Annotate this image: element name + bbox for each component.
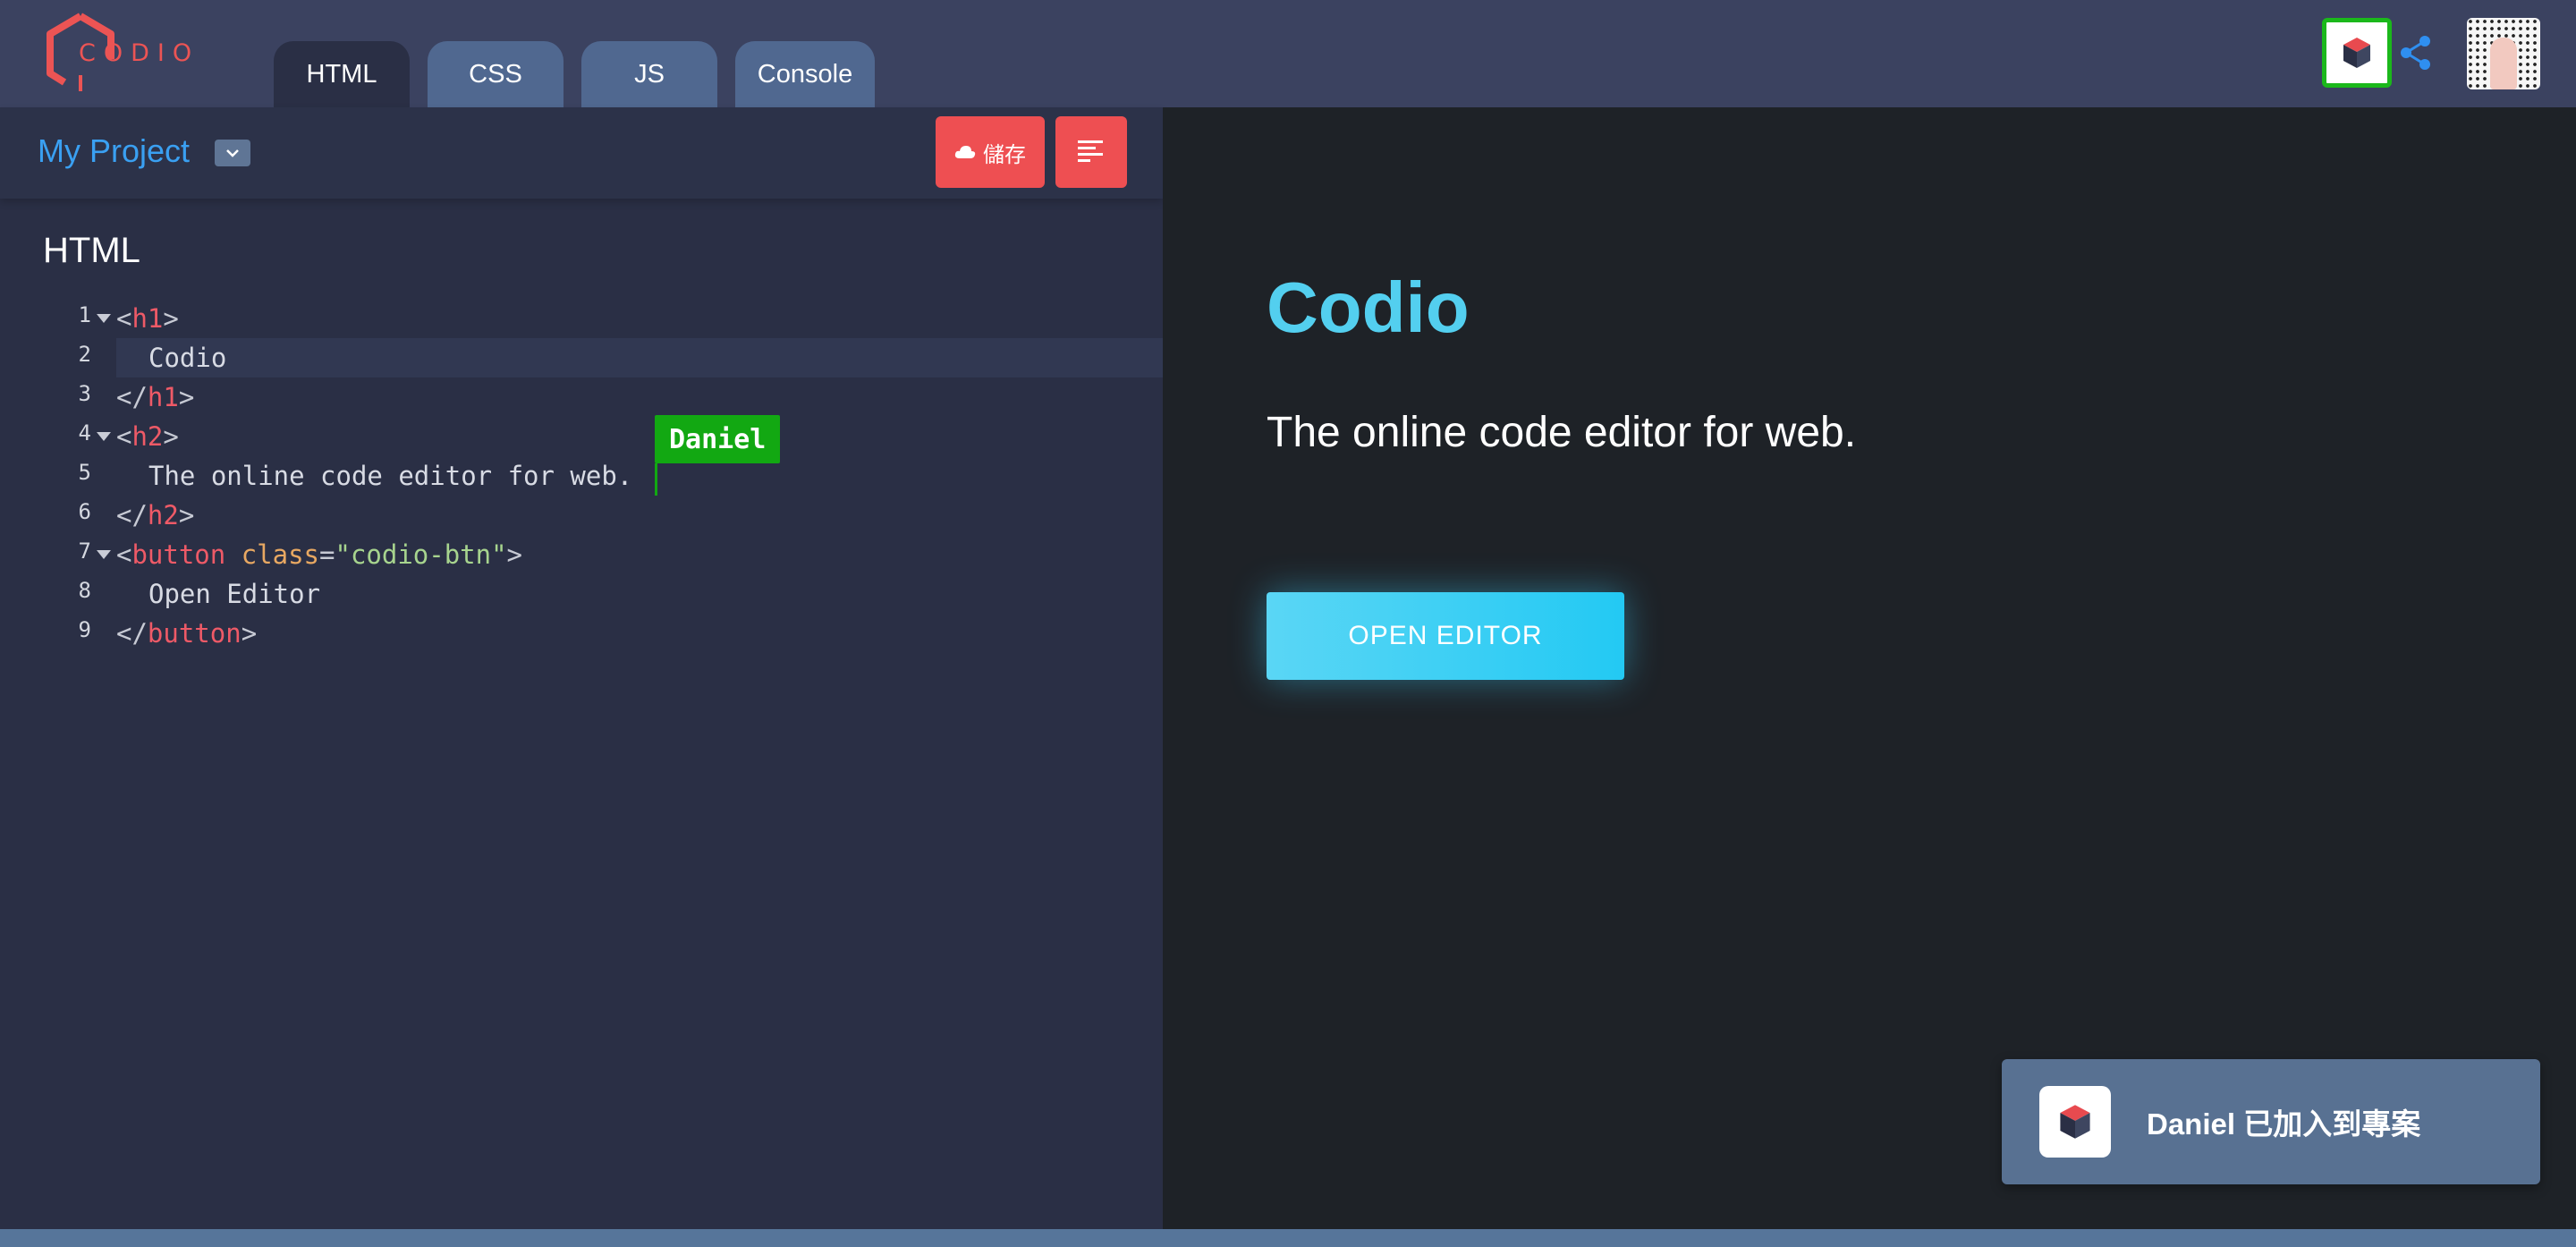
save-label: 儲存 xyxy=(983,142,1026,167)
line-number: 8 xyxy=(78,578,91,603)
chevron-down-icon xyxy=(226,149,239,157)
line-number: 5 xyxy=(78,460,91,485)
join-notification-toast[interactable]: Daniel 已加入到專案 xyxy=(2002,1059,2540,1184)
code-line[interactable]: 7 <button class="codio-btn"> xyxy=(54,535,1127,574)
code-line[interactable]: 5 The online code editor for web. xyxy=(54,456,1127,496)
fold-gutter xyxy=(91,614,116,653)
collaborator-presence[interactable] xyxy=(2322,18,2392,88)
share-icon[interactable] xyxy=(2395,32,2436,73)
code-text: </button> xyxy=(116,618,258,649)
fold-arrow-icon[interactable] xyxy=(91,299,116,338)
line-number: 9 xyxy=(78,617,91,642)
format-button[interactable] xyxy=(1055,116,1127,188)
fold-gutter xyxy=(91,338,116,377)
code-line[interactable]: 4 <h2> xyxy=(54,417,1127,456)
top-bar: CODIO HTML CSS JS Console xyxy=(0,0,2576,107)
active-line-highlight xyxy=(116,338,1172,377)
logo-text: CODIO xyxy=(79,39,200,67)
code-text: <h1> xyxy=(116,303,179,334)
line-number: 3 xyxy=(78,381,91,406)
tab-js[interactable]: JS xyxy=(581,41,717,107)
save-button[interactable]: 儲存 xyxy=(936,116,1045,188)
code-text: Open Editor xyxy=(148,579,321,609)
fold-gutter xyxy=(91,496,116,535)
code-line-active[interactable]: 2 Codio xyxy=(54,338,1172,377)
fold-arrow-icon[interactable] xyxy=(91,417,116,456)
line-number: 4 xyxy=(78,420,91,445)
tab-css[interactable]: CSS xyxy=(428,41,564,107)
project-dropdown-button[interactable] xyxy=(215,140,250,166)
code-line[interactable]: 8 Open Editor xyxy=(54,574,1127,614)
codio-logo[interactable]: CODIO xyxy=(45,13,191,95)
open-editor-button[interactable]: OPEN EDITOR xyxy=(1267,592,1624,680)
code-text: </h1> xyxy=(116,382,195,412)
cloud-icon xyxy=(954,146,976,158)
cube-icon xyxy=(2060,1105,2090,1139)
fold-gutter xyxy=(91,574,116,614)
code-line[interactable]: 3 </h1> xyxy=(54,377,1127,417)
project-bar: My Project 儲存 xyxy=(0,107,1163,199)
code-text: </h2> xyxy=(116,500,195,530)
line-number: 1 xyxy=(78,302,91,327)
line-number: 6 xyxy=(78,499,91,524)
avatar-figure xyxy=(2490,38,2517,89)
code-text: The online code editor for web. xyxy=(148,461,633,491)
collaborator-cursor-caret xyxy=(655,463,657,496)
code-editor[interactable]: 1 <h1> 2 Codio 3 </h1> 4 <h2> 5 The onli… xyxy=(54,299,1172,653)
code-text: <h2> xyxy=(116,421,179,452)
project-name[interactable]: My Project xyxy=(38,132,190,170)
code-line[interactable]: 1 <h1> xyxy=(54,299,1127,338)
editor-tabs: HTML CSS JS Console xyxy=(274,41,875,107)
code-text: <button class="codio-btn"> xyxy=(116,539,523,570)
preview-heading: Codio xyxy=(1267,267,1470,347)
code-line[interactable]: 6 </h2> xyxy=(54,496,1127,535)
code-line[interactable]: 9 </button> xyxy=(54,614,1127,653)
bottom-status-strip xyxy=(0,1229,2576,1247)
fold-arrow-icon[interactable] xyxy=(91,535,116,574)
line-number: 2 xyxy=(78,342,91,367)
fold-gutter xyxy=(91,456,116,496)
tab-html[interactable]: HTML xyxy=(274,41,410,107)
collaborator-cursor-label: Daniel xyxy=(655,415,781,463)
editor-pane: My Project 儲存 HTML 1 <h1> 2 Codio 3 </h1… xyxy=(0,107,1172,1229)
preview-subheading: The online code editor for web. xyxy=(1267,409,1857,456)
user-avatar[interactable] xyxy=(2467,18,2540,89)
toast-message: Daniel 已加入到專案 xyxy=(2147,1107,2421,1141)
cube-icon xyxy=(2343,38,2370,68)
line-number: 7 xyxy=(78,539,91,564)
align-left-icon xyxy=(1078,140,1103,162)
toast-avatar xyxy=(2039,1086,2111,1158)
tab-console[interactable]: Console xyxy=(735,41,875,107)
fold-gutter xyxy=(91,377,116,417)
code-text: Codio xyxy=(148,343,227,373)
editor-heading: HTML xyxy=(43,231,140,270)
